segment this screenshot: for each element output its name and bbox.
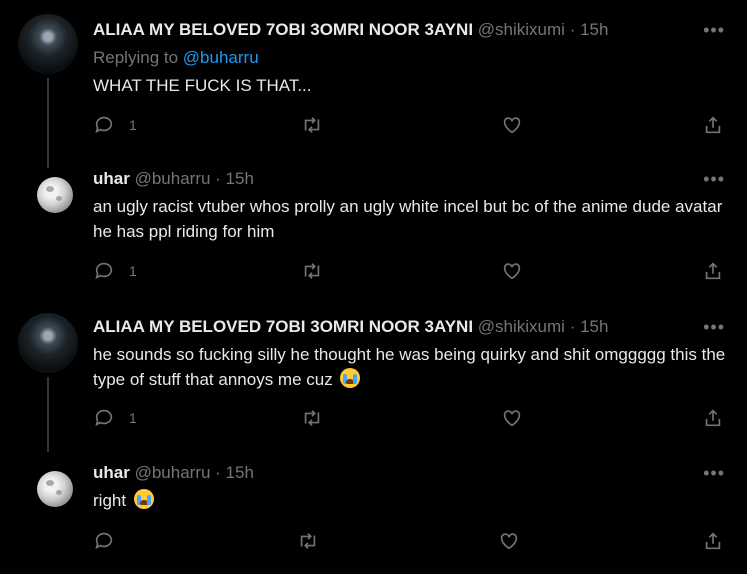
- retweet-icon: [304, 263, 320, 279]
- retweet-icon: [304, 410, 320, 426]
- like-button[interactable]: [498, 529, 520, 553]
- moon-crater: [46, 186, 54, 192]
- username[interactable]: @buharru: [135, 169, 211, 188]
- action-bar: 1: [93, 406, 733, 430]
- reply-button[interactable]: 1: [93, 113, 137, 137]
- share-button[interactable]: [702, 406, 724, 430]
- reply-button[interactable]: 1: [93, 406, 137, 430]
- timestamp[interactable]: · 15h: [215, 169, 254, 188]
- more-options-icon[interactable]: •••: [703, 464, 725, 482]
- retweet-icon: [300, 533, 316, 549]
- retweet-button[interactable]: [297, 529, 319, 553]
- tweet-header: uhar @buharru · 15h: [93, 169, 254, 189]
- retweet-icon: [304, 117, 320, 133]
- emoji-mouth: [139, 500, 148, 505]
- more-options-icon[interactable]: •••: [703, 318, 725, 336]
- reply-button[interactable]: [93, 529, 115, 553]
- username[interactable]: @shikixumi: [478, 20, 565, 39]
- action-bar: 1: [93, 113, 733, 137]
- display-name[interactable]: ALIAA MY BELOVED 7OBI 3OMRI NOOR 3AYNI: [93, 20, 473, 39]
- reply-count: 1: [129, 263, 137, 279]
- retweet-button[interactable]: [301, 113, 323, 137]
- retweet-button[interactable]: [301, 259, 323, 283]
- share-icon: [705, 409, 721, 427]
- timestamp[interactable]: · 15h: [570, 317, 609, 336]
- moon-image: [37, 177, 73, 213]
- share-button[interactable]: [702, 529, 724, 553]
- tweet-text: he sounds so fucking silly he thought he…: [93, 342, 733, 392]
- reply-count: 1: [129, 117, 137, 133]
- like-button[interactable]: [501, 259, 523, 283]
- replying-to: Replying to @buharru: [93, 48, 259, 68]
- action-bar: 1: [93, 259, 733, 283]
- tweet-text: WHAT THE FUCK IS THAT...: [93, 76, 312, 95]
- reply-icon: [95, 532, 113, 549]
- share-icon: [705, 262, 721, 280]
- share-icon: [705, 532, 721, 550]
- timestamp[interactable]: · 15h: [215, 463, 254, 482]
- share-button[interactable]: [702, 113, 724, 137]
- timestamp[interactable]: · 15h: [570, 20, 609, 39]
- like-button[interactable]: [501, 406, 523, 430]
- tweet-4[interactable]: uhar @buharru · 15h ••• right: [0, 445, 747, 574]
- reply-button[interactable]: 1: [93, 259, 137, 283]
- replying-to-label: Replying to: [93, 48, 179, 67]
- tweet-header: uhar @buharru · 15h: [93, 463, 254, 483]
- moon-crater: [56, 490, 62, 495]
- tweet-text: right: [93, 488, 733, 513]
- tweet-text-content: right: [93, 491, 127, 510]
- like-button[interactable]: [501, 113, 523, 137]
- share-icon: [705, 116, 721, 134]
- heart-icon: [503, 410, 521, 427]
- display-name[interactable]: ALIAA MY BELOVED 7OBI 3OMRI NOOR 3AYNI: [93, 317, 473, 336]
- tweet-2[interactable]: uhar @buharru · 15h ••• an ugly racist v…: [0, 145, 747, 295]
- avatar[interactable]: [18, 168, 78, 228]
- heart-icon: [503, 263, 521, 280]
- emoji-mouth: [346, 379, 355, 384]
- username[interactable]: @shikixumi: [478, 317, 565, 336]
- avatar[interactable]: [18, 14, 78, 74]
- heart-icon: [503, 117, 521, 134]
- action-bar: [93, 529, 733, 553]
- tweet-text: an ugly racist vtuber whos prolly an ugl…: [93, 197, 723, 241]
- tweet-3[interactable]: ALIAA MY BELOVED 7OBI 3OMRI NOOR 3AYNI @…: [0, 295, 747, 452]
- share-button[interactable]: [702, 259, 724, 283]
- display-name[interactable]: uhar: [93, 169, 130, 188]
- tweet-text-content: he sounds so fucking silly he thought he…: [93, 345, 726, 389]
- tweet-header: ALIAA MY BELOVED 7OBI 3OMRI NOOR 3AYNI @…: [93, 317, 608, 337]
- tweet-1[interactable]: ALIAA MY BELOVED 7OBI 3OMRI NOOR 3AYNI @…: [0, 0, 747, 170]
- more-options-icon[interactable]: •••: [703, 170, 725, 188]
- avatar[interactable]: [18, 462, 78, 522]
- heart-icon: [500, 533, 518, 550]
- replying-to-handle[interactable]: @buharru: [183, 48, 259, 67]
- reply-icon: [95, 262, 113, 279]
- display-name[interactable]: uhar: [93, 463, 130, 482]
- reply-icon: [95, 116, 113, 133]
- thread-line: [47, 377, 49, 452]
- more-options-icon[interactable]: •••: [703, 21, 725, 39]
- reply-icon: [95, 409, 113, 426]
- username[interactable]: @buharru: [135, 463, 211, 482]
- tweet-header: ALIAA MY BELOVED 7OBI 3OMRI NOOR 3AYNI @…: [93, 20, 608, 40]
- avatar[interactable]: [18, 313, 78, 373]
- moon-image: [37, 471, 73, 507]
- moon-crater: [46, 480, 54, 486]
- loudly-crying-face-emoji: [340, 368, 361, 388]
- moon-crater: [56, 196, 62, 201]
- retweet-button[interactable]: [301, 406, 323, 430]
- loudly-crying-face-emoji: [133, 489, 154, 509]
- reply-count: 1: [129, 410, 137, 426]
